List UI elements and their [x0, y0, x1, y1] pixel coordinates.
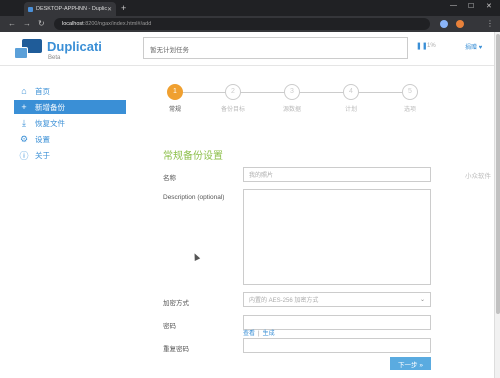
- wizard-step-1[interactable]: 1 常规: [160, 84, 190, 113]
- wizard-step-4[interactable]: 4 计划: [336, 84, 366, 113]
- page-content: Duplicati Beta 暂无计划任务 ❚❚ 1% 捐赠 ♥ ⌂ 首页 + 新增备…: [0, 32, 494, 378]
- menu-icon[interactable]: ⋮: [486, 19, 494, 28]
- reload-icon[interactable]: ↻: [38, 19, 45, 28]
- new-tab-icon[interactable]: +: [121, 3, 126, 13]
- step-number: 4: [343, 84, 359, 100]
- step-label: 选项: [403, 107, 416, 113]
- back-icon[interactable]: ←: [8, 19, 16, 28]
- sidebar-item-2[interactable]: ⤓ 恢复文件: [14, 116, 126, 130]
- password-links: 查看 | 生成: [243, 331, 275, 337]
- sidebar-item-1[interactable]: + 新增备份: [14, 100, 126, 114]
- brand-name: Duplicati: [47, 39, 102, 54]
- profile-avatar[interactable]: [456, 20, 464, 28]
- step-number: 2: [225, 84, 241, 100]
- step-number: 3: [284, 84, 300, 100]
- pause-icon[interactable]: ❚❚: [416, 42, 428, 50]
- sidebar-item-label: 关于: [35, 150, 50, 160]
- wizard-step-2[interactable]: 2 备份目标: [218, 84, 248, 113]
- address-input[interactable]: localhost:8200/ngax/index.html#/add: [54, 18, 430, 30]
- tab-close-icon[interactable]: ✕: [107, 6, 112, 13]
- chevron-down-icon: ⌄: [419, 297, 425, 303]
- sidebar-item-label: 新增备份: [35, 102, 65, 112]
- status-box: 暂无计划任务: [143, 37, 408, 59]
- section-title: 常规备份设置: [163, 151, 223, 162]
- mouse-cursor-icon: [191, 252, 201, 261]
- generate-password-link[interactable]: 生成: [263, 331, 275, 337]
- step-label: 源数据: [282, 107, 301, 113]
- show-password-link[interactable]: 查看: [243, 331, 255, 337]
- window-close-icon[interactable]: ✕: [486, 2, 492, 10]
- description-label: Description (optional): [163, 194, 225, 201]
- step-number: 5: [402, 84, 418, 100]
- address-bar-row: ← → ↻ localhost:8200/ngax/index.html#/ad…: [0, 16, 500, 32]
- encryption-select[interactable]: 内置的 AES-256 加密方式 ⌄: [243, 292, 431, 307]
- sidebar-item-label: 恢复文件: [35, 118, 65, 128]
- encryption-label: 加密方式: [163, 300, 189, 307]
- watermark: 小众软件: [465, 173, 491, 180]
- sidebar-item-3[interactable]: ⚙ 设置: [14, 132, 126, 146]
- scrollbar-thumb[interactable]: [496, 34, 500, 314]
- home-icon: ⌂: [21, 86, 27, 96]
- duplicati-logo[interactable]: [14, 39, 42, 61]
- name-field[interactable]: 我的照片: [243, 167, 431, 182]
- sidebar: ⌂ 首页 + 新增备份 ⤓ 恢复文件 ⚙ 设置 ⓘ 关于: [14, 84, 126, 164]
- sidebar-item-0[interactable]: ⌂ 首页: [14, 84, 126, 98]
- url-host: localhost: [62, 21, 84, 27]
- app-header: Duplicati Beta 暂无计划任务 ❚❚ 1% 捐赠 ♥: [0, 32, 494, 66]
- encryption-value: 内置的 AES-256 加密方式: [249, 298, 319, 304]
- brand-sub: Beta: [48, 55, 61, 61]
- step-label: 备份目标: [220, 107, 245, 113]
- plus-icon: +: [21, 102, 27, 112]
- step-label: 计划: [344, 107, 357, 113]
- gear-icon: ⚙: [19, 133, 29, 144]
- tab-title: DESKTOP-APPHNN - Duplicati: [36, 6, 107, 12]
- description-textarea[interactable]: [243, 189, 431, 285]
- browser-tab-bar: DESKTOP-APPHNN - Duplicati ✕ + — ☐ ✕: [0, 0, 500, 16]
- scrollbar[interactable]: [494, 32, 500, 378]
- repeat-password-label: 重复密码: [163, 346, 189, 353]
- info-icon: ⓘ: [19, 150, 29, 161]
- step-number: 1: [167, 84, 183, 100]
- wizard-steps: 1 常规 2 备份目标 3 源数据 4 计划 5 选项: [160, 82, 430, 118]
- sidebar-item-label: 首页: [35, 86, 50, 96]
- maximize-icon[interactable]: ☐: [468, 2, 474, 10]
- password-label: 密码: [163, 323, 176, 330]
- repeat-password-field[interactable]: [243, 338, 431, 353]
- restore-icon: ⤓: [22, 117, 26, 128]
- sidebar-item-4[interactable]: ⓘ 关于: [14, 148, 126, 162]
- name-label: 名称: [163, 175, 176, 182]
- minimize-icon[interactable]: —: [450, 2, 457, 9]
- url-path: :8200/ngax/index.html#/add: [83, 21, 152, 27]
- throttle-speed[interactable]: 1%: [427, 43, 436, 49]
- forward-icon[interactable]: →: [23, 19, 31, 28]
- favicon-icon: [28, 6, 33, 12]
- donate-link[interactable]: 捐赠 ♥: [465, 42, 482, 51]
- extension-icon[interactable]: [440, 20, 448, 28]
- wizard-step-5[interactable]: 5 选项: [395, 84, 425, 113]
- next-button[interactable]: 下一步 »: [390, 357, 431, 370]
- wizard-step-3[interactable]: 3 源数据: [277, 84, 307, 113]
- sidebar-item-label: 设置: [35, 134, 50, 144]
- step-label: 常规: [168, 107, 181, 113]
- browser-tab[interactable]: DESKTOP-APPHNN - Duplicati ✕: [24, 2, 116, 16]
